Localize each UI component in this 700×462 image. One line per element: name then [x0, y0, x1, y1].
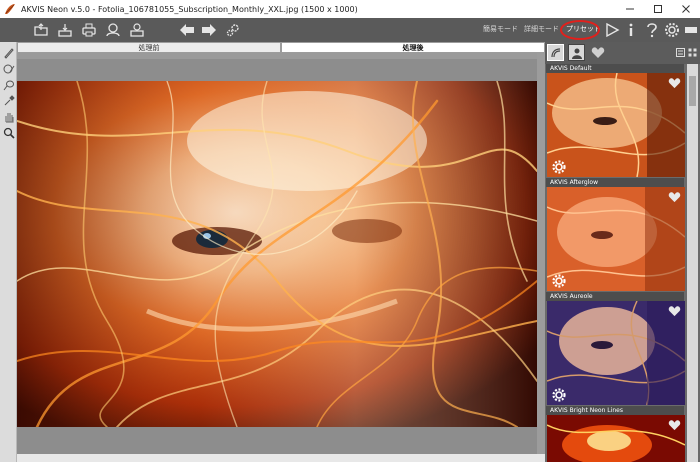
preset-thumbnail-aureole[interactable] — [547, 301, 685, 405]
save-button[interactable] — [56, 21, 74, 39]
preferences-button[interactable] — [663, 21, 681, 39]
close-button[interactable] — [672, 0, 700, 18]
info-icon — [629, 23, 633, 36]
neon-portrait-image[interactable] — [17, 81, 537, 427]
save-icon — [58, 24, 72, 37]
favorite-heart-icon[interactable] — [668, 191, 681, 203]
run-button[interactable] — [603, 21, 621, 39]
window-title: AKVIS Neon v.5.0 - Fotolia_106781055_Sub… — [21, 4, 358, 14]
print-button[interactable] — [80, 21, 98, 39]
presets-panel: AKVIS Default AKVIS Afterglow AKVIS Aure… — [545, 42, 700, 462]
info-button[interactable] — [622, 21, 640, 39]
presets-scrollbar-thumb[interactable] — [689, 76, 696, 106]
presets-panel-header — [545, 42, 700, 64]
tools-strip — [0, 42, 17, 462]
close-icon — [682, 5, 690, 13]
favorite-heart-icon[interactable] — [668, 77, 681, 89]
open-button[interactable] — [32, 21, 50, 39]
eraser-tool[interactable] — [2, 78, 15, 91]
preset-label[interactable]: AKVIS Aureole — [546, 292, 684, 301]
zoom-tool[interactable] — [2, 126, 15, 139]
favorite-heart-icon[interactable] — [668, 419, 681, 431]
settings-button[interactable] — [224, 21, 242, 39]
title-bar: AKVIS Neon v.5.0 - Fotolia_106781055_Sub… — [0, 0, 700, 18]
favorites-icon — [591, 47, 604, 58]
list-view-button[interactable] — [676, 48, 685, 57]
view-tabs: 処理前 処理後 — [17, 42, 545, 53]
gear-icon[interactable] — [552, 388, 566, 402]
panel-icon — [685, 27, 697, 33]
help-button[interactable] — [643, 21, 661, 39]
redo-icon — [202, 24, 216, 36]
favorite-heart-icon[interactable] — [668, 305, 681, 317]
zoom-icon — [3, 127, 15, 139]
export-button[interactable] — [128, 21, 146, 39]
redo-button[interactable] — [200, 21, 218, 39]
canvas-area[interactable] — [17, 53, 545, 454]
history-brush-tool[interactable] — [2, 62, 15, 75]
print-icon — [82, 23, 96, 37]
gear-icon[interactable] — [552, 274, 566, 288]
maximize-button[interactable] — [644, 0, 672, 18]
eyedropper-tool[interactable] — [2, 94, 15, 107]
user-presets-tab[interactable] — [568, 44, 585, 61]
brush-icon — [3, 47, 14, 59]
open-icon — [34, 23, 48, 36]
presets-scrollbar[interactable] — [687, 64, 698, 462]
user-presets-icon — [571, 48, 582, 59]
canvas-horizontal-scrollbar[interactable] — [17, 454, 545, 462]
preset-thumbnail-bright-neon-lines[interactable] — [547, 415, 685, 462]
eraser-icon — [3, 80, 14, 90]
simple-mode-link[interactable]: 簡易モード — [483, 24, 518, 34]
grid-view-icon — [688, 48, 697, 57]
brush-tool[interactable] — [2, 46, 15, 59]
hand-tool[interactable] — [2, 110, 15, 123]
all-presets-tab[interactable] — [547, 44, 564, 61]
export-icon — [130, 23, 144, 37]
minimize-icon — [626, 8, 634, 10]
preset-thumbnail-default[interactable] — [547, 73, 685, 177]
preset-label[interactable]: AKVIS Afterglow — [546, 178, 684, 187]
tab-before[interactable]: 処理前 — [17, 42, 281, 53]
app-logo-icon — [5, 4, 15, 14]
maximize-icon — [654, 5, 662, 13]
all-presets-icon — [550, 47, 560, 57]
preset-preview-image — [547, 301, 685, 405]
panel-toggle-button[interactable] — [682, 21, 700, 39]
presets-highlight — [560, 20, 600, 40]
canvas-vertical-scrollbar[interactable] — [537, 53, 545, 454]
list-view-icon — [676, 48, 685, 57]
preferences-icon — [665, 23, 679, 37]
canvas-top-bar — [17, 53, 545, 59]
preset-label[interactable]: AKVIS Bright Neon Lines — [546, 406, 684, 415]
history-brush-icon — [3, 64, 14, 73]
favorites-tab[interactable] — [589, 44, 606, 61]
share-icon — [106, 23, 120, 37]
grid-view-button[interactable] — [688, 48, 697, 57]
preset-preview-image — [547, 415, 685, 462]
advanced-mode-link[interactable]: 詳細モード — [524, 24, 559, 34]
minimize-button[interactable] — [616, 0, 644, 18]
preset-preview-image — [547, 73, 685, 177]
gear-icon[interactable] — [552, 160, 566, 174]
app-window: AKVIS Neon v.5.0 - Fotolia_106781055_Sub… — [0, 0, 700, 462]
preset-label[interactable]: AKVIS Default — [546, 64, 684, 73]
toolbar: 簡易モード 詳細モード プリセット — [0, 18, 700, 42]
tab-after[interactable]: 処理後 — [281, 42, 545, 53]
run-icon — [606, 22, 620, 38]
undo-icon — [180, 24, 194, 36]
preset-preview-image — [547, 187, 685, 291]
help-icon — [647, 23, 657, 38]
share-button[interactable] — [104, 21, 122, 39]
hand-icon — [4, 112, 14, 123]
settings-icon — [226, 24, 239, 37]
preset-thumbnail-afterglow[interactable] — [547, 187, 685, 291]
eyedropper-icon — [4, 94, 15, 105]
undo-button[interactable] — [178, 21, 196, 39]
